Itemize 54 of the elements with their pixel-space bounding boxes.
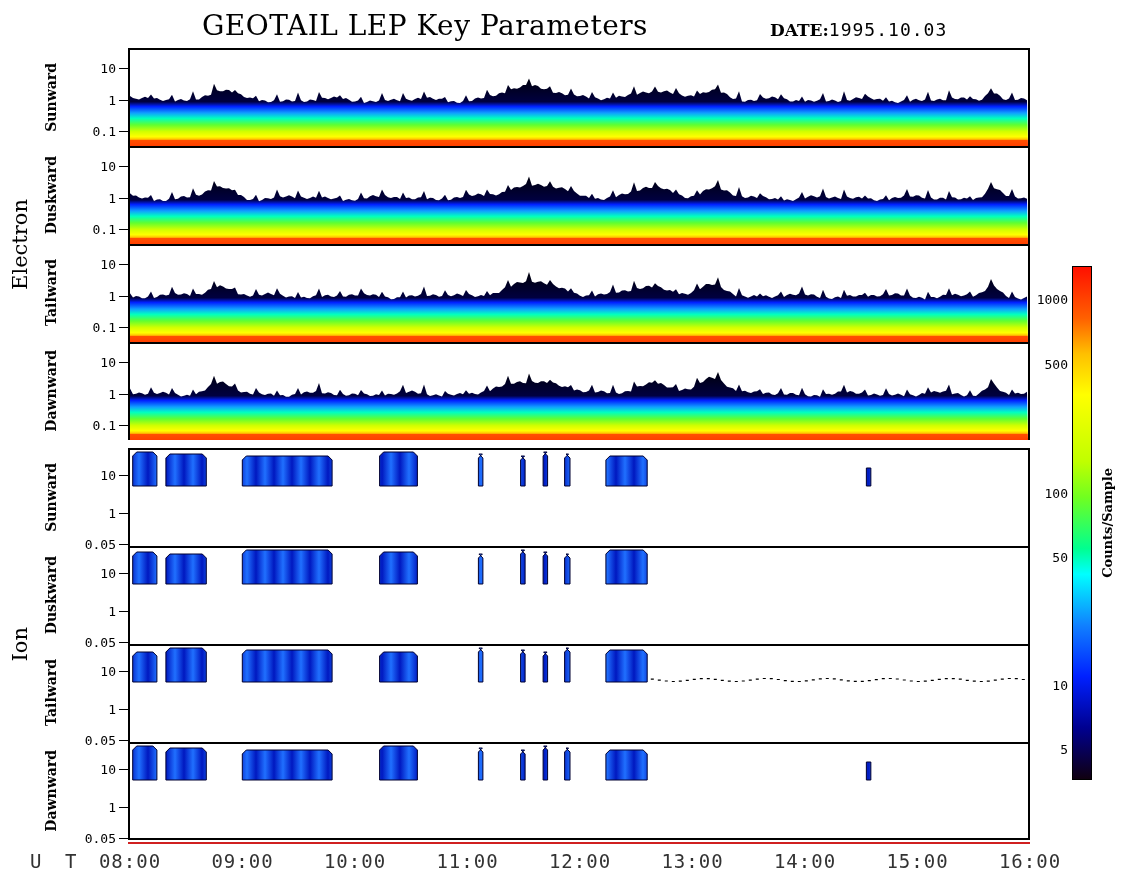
direction-label: Dawnward [43, 750, 59, 832]
y-tick-label: 1 [108, 800, 116, 814]
date-value: 1995.10.03 [828, 19, 948, 40]
colorbar-tick-label: 50 [1052, 549, 1068, 565]
date-label: DATE: [769, 20, 829, 40]
x-tick-label: 13:00 [661, 850, 724, 872]
colorbar-tick-label: 5 [1060, 741, 1068, 757]
colorbar-tick-label: 10 [1052, 677, 1068, 693]
y-tick-label: 1 [108, 702, 116, 716]
y-tick-label: 10 [100, 61, 116, 75]
x-tick-label: 16:00 [998, 850, 1062, 872]
x-tick-label: 10:00 [323, 850, 387, 872]
y-tick-label: 0.1 [92, 222, 116, 236]
y-tick-label: 1 [108, 191, 116, 205]
direction-label: Tailward [43, 259, 59, 327]
direction-label: Duskward [43, 155, 59, 235]
direction-label: Duskward [43, 555, 59, 635]
y-tick-label: 10 [100, 355, 116, 369]
y-tick-label: 0.1 [92, 124, 116, 138]
y-tick-label: 10 [100, 257, 116, 271]
direction-label: Sunward [43, 462, 59, 532]
colorbar-tick-label: 100 [1044, 485, 1068, 501]
y-tick-label: 10 [100, 664, 116, 678]
species-label: Ion [8, 626, 32, 662]
y-tick-label: 0.05 [84, 733, 116, 747]
x-tick-label: 15:00 [886, 850, 949, 872]
y-tick-label: 10 [100, 762, 116, 776]
x-tick-label: 12:00 [548, 850, 612, 872]
colorbar-label: Counts/Sample [1099, 468, 1115, 578]
species-label: Electron [8, 198, 32, 290]
colorbar-tick-label: 500 [1044, 356, 1068, 372]
x-tick-label: 11:00 [436, 850, 499, 872]
y-tick-label: 10 [100, 468, 116, 482]
x-axis-label: U T [30, 850, 83, 872]
x-tick-label: 14:00 [773, 850, 837, 872]
direction-label: Tailward [43, 659, 59, 727]
direction-label: Dawnward [43, 350, 59, 432]
y-tick-label: 1 [108, 506, 116, 520]
y-tick-label: 0.1 [92, 320, 116, 334]
y-tick-label: 10 [100, 159, 116, 173]
y-tick-label: 1 [108, 604, 116, 618]
y-tick-label: 10 [100, 566, 116, 580]
y-tick-label: 1 [108, 289, 116, 303]
y-tick-label: 0.05 [84, 537, 116, 551]
y-tick-label: 1 [108, 93, 116, 107]
y-tick-label: 0.1 [92, 418, 116, 432]
chart-title: GEOTAIL LEP Key Parameters [202, 9, 648, 42]
x-tick-label: 08:00 [98, 850, 162, 872]
y-tick-label: 0.05 [84, 635, 116, 649]
colorbar-tick-label: 1000 [1036, 291, 1068, 307]
y-tick-label: 1 [108, 387, 116, 401]
y-tick-label: 0.05 [84, 831, 116, 845]
x-tick-label: 09:00 [211, 850, 274, 872]
direction-label: Sunward [43, 62, 59, 132]
